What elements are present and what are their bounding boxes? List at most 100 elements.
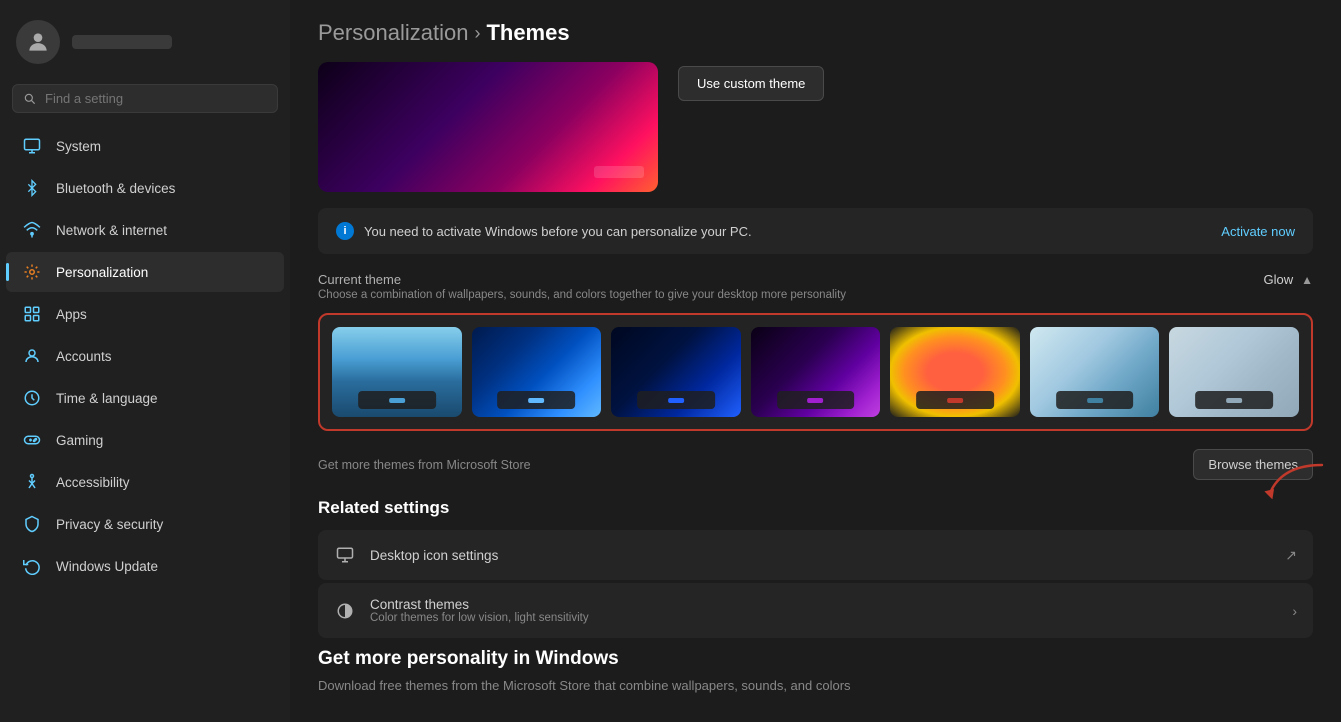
activate-now-link[interactable]: Activate now bbox=[1221, 224, 1295, 239]
themes-grid-container bbox=[318, 313, 1313, 431]
sidebar-item-personalization[interactable]: Personalization bbox=[6, 252, 284, 292]
get-more-text: Get more themes from Microsoft Store bbox=[318, 458, 531, 472]
sidebar-item-gaming[interactable]: Gaming bbox=[6, 420, 284, 460]
sidebar-item-apps[interactable]: Apps bbox=[6, 294, 284, 334]
user-icon bbox=[25, 29, 51, 55]
main-content: Personalization › Themes Use custom them… bbox=[290, 0, 1341, 722]
contrast-text-group: Contrast themes Color themes for low vis… bbox=[370, 597, 589, 624]
arrow-svg bbox=[1258, 460, 1338, 510]
sidebar-item-privacy[interactable]: Privacy & security bbox=[6, 504, 284, 544]
theme-overlay-3 bbox=[637, 391, 715, 409]
privacy-icon bbox=[22, 514, 42, 534]
update-icon bbox=[22, 556, 42, 576]
sidebar-label-system: System bbox=[56, 139, 101, 154]
themes-grid bbox=[332, 327, 1299, 417]
current-theme-description: Choose a combination of wallpapers, soun… bbox=[318, 289, 846, 301]
contrast-icon bbox=[334, 600, 356, 622]
activation-banner: i You need to activate Windows before yo… bbox=[318, 208, 1313, 254]
theme-dot-6 bbox=[1087, 398, 1103, 403]
theme-dot-2 bbox=[528, 398, 544, 403]
theme-card-1[interactable] bbox=[332, 327, 462, 417]
sidebar-label-network: Network & internet bbox=[56, 223, 167, 238]
contrast-sublabel: Color themes for low vision, light sensi… bbox=[370, 612, 589, 624]
system-icon bbox=[22, 136, 42, 156]
theme-dot-1 bbox=[389, 398, 405, 403]
info-icon: i bbox=[336, 222, 354, 240]
sidebar: System Bluetooth & devices Network & int… bbox=[0, 0, 290, 722]
sidebar-label-update: Windows Update bbox=[56, 559, 158, 574]
sidebar-item-bluetooth[interactable]: Bluetooth & devices bbox=[6, 168, 284, 208]
sidebar-header bbox=[0, 12, 290, 84]
bluetooth-icon bbox=[22, 178, 42, 198]
theme-card-6[interactable] bbox=[1030, 327, 1160, 417]
theme-overlay-7 bbox=[1195, 391, 1273, 409]
desktop-icon-left: Desktop icon settings bbox=[334, 544, 498, 566]
apps-icon bbox=[22, 304, 42, 324]
theme-dot-4 bbox=[808, 398, 824, 403]
personality-section: Get more personality in Windows Download… bbox=[318, 648, 1313, 693]
section-title-group: Current theme Choose a combination of wa… bbox=[318, 272, 846, 301]
desktop-icon-label: Desktop icon settings bbox=[370, 548, 498, 563]
theme-dot-7 bbox=[1226, 398, 1242, 403]
activation-message: You need to activate Windows before you … bbox=[364, 224, 752, 239]
chevron-right-icon: › bbox=[1292, 603, 1297, 619]
current-theme-header: Current theme Choose a combination of wa… bbox=[318, 272, 1313, 301]
theme-card-7[interactable] bbox=[1169, 327, 1299, 417]
page-header: Personalization › Themes bbox=[318, 0, 1313, 62]
activation-left: i You need to activate Windows before yo… bbox=[336, 222, 752, 240]
search-icon bbox=[23, 92, 37, 106]
sidebar-item-accounts[interactable]: Accounts bbox=[6, 336, 284, 376]
theme-overlay-5 bbox=[916, 391, 994, 409]
external-link-icon: ↗ bbox=[1285, 547, 1297, 564]
theme-preview-row: Use custom theme bbox=[318, 62, 1313, 192]
theme-preview-image bbox=[318, 62, 658, 192]
browse-row: Get more themes from Microsoft Store Bro… bbox=[318, 445, 1313, 488]
sidebar-item-time[interactable]: Time & language bbox=[6, 378, 284, 418]
sidebar-label-gaming: Gaming bbox=[56, 433, 103, 448]
theme-toggle[interactable]: Glow ▲ bbox=[1263, 272, 1313, 287]
theme-overlay-4 bbox=[777, 391, 855, 409]
theme-card-2[interactable] bbox=[472, 327, 602, 417]
sidebar-label-bluetooth: Bluetooth & devices bbox=[56, 181, 175, 196]
sidebar-label-time: Time & language bbox=[56, 391, 158, 406]
sidebar-item-system[interactable]: System bbox=[6, 126, 284, 166]
toggle-label: Glow bbox=[1263, 272, 1293, 287]
theme-overlay-1 bbox=[358, 391, 436, 409]
theme-card-3[interactable] bbox=[611, 327, 741, 417]
contrast-label: Contrast themes bbox=[370, 597, 589, 612]
theme-dot-5 bbox=[947, 398, 963, 403]
breadcrumb-current: Themes bbox=[486, 20, 569, 46]
search-input[interactable] bbox=[45, 91, 267, 106]
theme-overlay-6 bbox=[1056, 391, 1134, 409]
sidebar-item-accessibility[interactable]: Accessibility bbox=[6, 462, 284, 502]
monitor-icon bbox=[334, 544, 356, 566]
use-custom-theme-button[interactable]: Use custom theme bbox=[678, 66, 824, 101]
accounts-icon bbox=[22, 346, 42, 366]
theme-card-5[interactable] bbox=[890, 327, 1020, 417]
chevron-up-icon: ▲ bbox=[1301, 273, 1313, 287]
network-icon bbox=[22, 220, 42, 240]
sidebar-item-update[interactable]: Windows Update bbox=[6, 546, 284, 586]
sidebar-item-network[interactable]: Network & internet bbox=[6, 210, 284, 250]
contrast-themes-item[interactable]: Contrast themes Color themes for low vis… bbox=[318, 583, 1313, 638]
desktop-icon-settings-item[interactable]: Desktop icon settings ↗ bbox=[318, 530, 1313, 580]
theme-overlay-2 bbox=[497, 391, 575, 409]
breadcrumb-separator: › bbox=[474, 23, 480, 44]
personality-description: Download free themes from the Microsoft … bbox=[318, 678, 1313, 693]
theme-card-4[interactable] bbox=[751, 327, 881, 417]
username-bar bbox=[72, 35, 172, 49]
personalization-icon bbox=[22, 262, 42, 282]
sidebar-label-accessibility: Accessibility bbox=[56, 475, 130, 490]
theme-dot-3 bbox=[668, 398, 684, 403]
personality-title: Get more personality in Windows bbox=[318, 648, 1313, 670]
current-theme-title: Current theme bbox=[318, 272, 846, 287]
breadcrumb-parent: Personalization bbox=[318, 20, 468, 46]
contrast-left: Contrast themes Color themes for low vis… bbox=[334, 597, 589, 624]
gaming-icon bbox=[22, 430, 42, 450]
avatar[interactable] bbox=[16, 20, 60, 64]
sidebar-label-privacy: Privacy & security bbox=[56, 517, 163, 532]
search-box[interactable] bbox=[12, 84, 278, 113]
related-settings-title: Related settings bbox=[318, 498, 1313, 518]
sidebar-label-accounts: Accounts bbox=[56, 349, 112, 364]
accessibility-icon bbox=[22, 472, 42, 492]
